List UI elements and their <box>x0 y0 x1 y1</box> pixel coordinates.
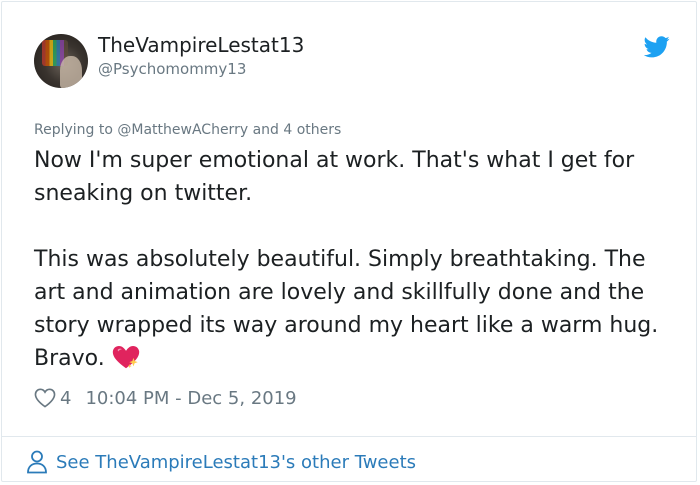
person-icon <box>27 450 47 474</box>
tweet-card: TheVampireLestat13 @Psychomommy13 Replyi… <box>1 1 697 482</box>
avatar-figure <box>60 56 82 88</box>
divider <box>2 436 696 437</box>
like-count[interactable]: 4 <box>60 388 71 409</box>
tweet-meta: 4 10:04 PM - Dec 5, 2019 <box>34 385 297 411</box>
display-name[interactable]: TheVampireLestat13 <box>98 33 304 57</box>
heart-outline-icon[interactable] <box>34 388 56 408</box>
see-other-tweets-link[interactable]: See TheVampireLestat13's other Tweets <box>26 449 416 475</box>
replying-others[interactable]: and 4 others <box>253 122 342 138</box>
twitter-bird-icon[interactable] <box>644 36 670 58</box>
tweet-paragraph-1: Now I'm super emotional at work. That's … <box>34 148 635 206</box>
sparkling-heart-emoji <box>112 346 139 369</box>
tweet-paragraph-2: This was absolutely beautiful. Simply br… <box>34 243 674 375</box>
replying-mention-link[interactable]: @MatthewACherry <box>117 122 248 138</box>
timestamp[interactable]: 10:04 PM - Dec 5, 2019 <box>85 388 296 409</box>
user-handle[interactable]: @Psychomommy13 <box>98 60 246 78</box>
see-other-tweets-label: See TheVampireLestat13's other Tweets <box>56 451 417 473</box>
avatar[interactable] <box>34 34 88 88</box>
replying-to: Replying to @MatthewACherry and 4 others <box>34 122 341 138</box>
replying-prefix: Replying to <box>34 122 113 138</box>
tweet-text: Now I'm super emotional at work. That's … <box>34 144 674 375</box>
